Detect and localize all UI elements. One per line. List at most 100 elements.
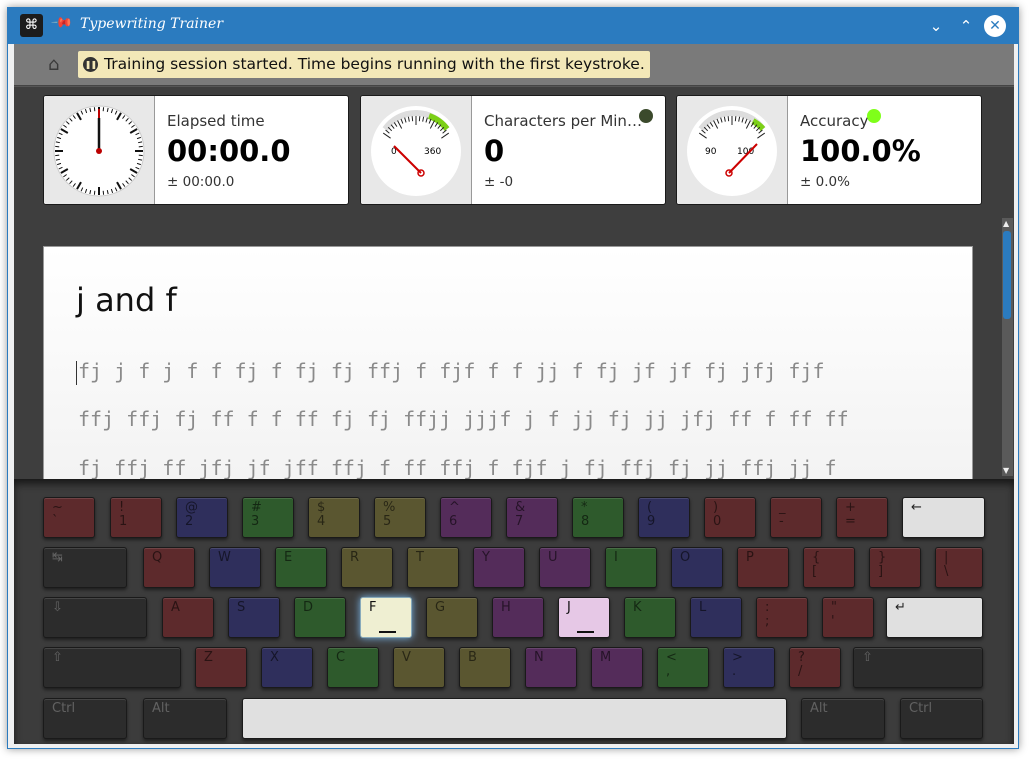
key-n[interactable]: N	[525, 647, 577, 688]
key-sym0-11[interactable]: _ -	[770, 497, 822, 538]
key-sym2-11[interactable]: " '	[822, 597, 874, 638]
lesson-sheet[interactable]: j and f fj j f j f f fj f fj fj ffj f fj…	[43, 246, 973, 479]
close-button[interactable]: ✕	[984, 15, 1006, 37]
app-icon[interactable]: ⌘	[20, 14, 43, 37]
key-s[interactable]: S	[228, 597, 280, 638]
text-cursor	[76, 361, 77, 385]
key-sym0-10[interactable]: ) 0	[704, 497, 756, 538]
key-t[interactable]: T	[407, 547, 459, 588]
home-icon[interactable]: ⌂	[48, 54, 59, 75]
key-sym0-7[interactable]: & 7	[506, 497, 558, 538]
key-c[interactable]: C	[327, 647, 379, 688]
key-ctrl[interactable]: Ctrl	[43, 698, 127, 739]
key-q[interactable]: Q	[143, 547, 195, 588]
key-b[interactable]: B	[459, 647, 511, 688]
key-i[interactable]: I	[605, 547, 657, 588]
key-sym0-4[interactable]: $4	[308, 497, 360, 538]
key-sym0-13[interactable]: ←	[902, 497, 985, 538]
key-d[interactable]: D	[294, 597, 346, 638]
key-y[interactable]: Y	[473, 547, 525, 588]
key-sym0-5[interactable]: % 5	[374, 497, 426, 538]
key-alt[interactable]: Alt	[143, 698, 227, 739]
key-sym0-2[interactable]: @2	[176, 497, 228, 538]
key-sym2-0[interactable]: ⇩	[43, 597, 147, 638]
key-space[interactable]	[242, 698, 787, 739]
cpm-status-indicator	[639, 109, 653, 123]
scroll-up-icon[interactable]: ▲	[1003, 219, 1009, 228]
minimize-button[interactable]: ⌄	[924, 14, 948, 38]
key-m[interactable]: M	[591, 647, 643, 688]
key-label: :	[765, 600, 770, 615]
lesson-line: fj j f j f f fj f fj fj ffj f fjf f f jj…	[78, 359, 825, 383]
key-sym1-11[interactable]: {[	[803, 547, 855, 588]
key-sym3-11[interactable]: ⇧	[853, 647, 983, 688]
key-label: *	[581, 500, 588, 515]
key-l[interactable]: L	[690, 597, 742, 638]
key-label: ↵	[895, 600, 906, 615]
scroll-down-icon[interactable]: ▼	[1003, 466, 1009, 475]
key-p[interactable]: P	[737, 547, 789, 588]
key-f[interactable]: F	[360, 597, 412, 638]
key-label: )	[713, 500, 719, 515]
key-sym1-12[interactable]: }]	[869, 547, 921, 588]
key-v[interactable]: V	[393, 647, 445, 688]
key-sym0-3[interactable]: #3	[242, 497, 294, 538]
key-j[interactable]: J	[558, 597, 610, 638]
pin-icon[interactable]: 📌	[50, 11, 74, 35]
key-sym2-10[interactable]: :;	[756, 597, 808, 638]
elapsed-time-delta: ± 00:00.0	[167, 174, 235, 190]
key-u[interactable]: U	[539, 547, 591, 588]
key-label: U	[548, 550, 558, 565]
cpm-value: 0	[484, 134, 505, 168]
pause-icon[interactable]: ❚❚	[83, 57, 98, 72]
lesson-line: ffj ffj fj ff f f ff fj fj ffjj jjjf j f…	[78, 407, 849, 431]
key-sym0-1[interactable]: ! 1	[110, 497, 162, 538]
key-sym0-12[interactable]: + =	[836, 497, 888, 538]
key-shift-label: =	[845, 514, 856, 529]
key-sym3-10[interactable]: ? /	[789, 647, 841, 688]
scrollbar-thumb[interactable]	[1003, 231, 1011, 319]
key-label: F	[369, 600, 377, 615]
key-label: Alt	[810, 701, 828, 716]
accuracy-status-indicator	[867, 109, 881, 123]
key-sym0-8[interactable]: * 8	[572, 497, 624, 538]
key-a[interactable]: A	[162, 597, 214, 638]
key-sym1-13[interactable]: | \	[935, 547, 983, 588]
key-o[interactable]: O	[671, 547, 723, 588]
key-e[interactable]: E	[275, 547, 327, 588]
key-label: V	[402, 650, 411, 665]
key-x[interactable]: X	[261, 647, 313, 688]
key-k[interactable]: K	[624, 597, 676, 638]
clock-gauge	[44, 96, 155, 204]
key-label: Alt	[152, 701, 170, 716]
key-label: M	[600, 650, 612, 665]
key-sym3-0[interactable]: ⇧	[43, 647, 181, 688]
key-shift-label: -	[779, 514, 784, 529]
status-notice-text: Training session started. Time begins ru…	[104, 55, 645, 73]
key-label: X	[270, 650, 279, 665]
cpm-card: 0 360 Characters per Min… 0 ± -0	[360, 95, 666, 205]
key-sym3-8[interactable]: <,	[657, 647, 709, 688]
key-label: Z	[204, 650, 213, 665]
key-shift-label: ,	[666, 664, 671, 679]
key-g[interactable]: G	[426, 597, 478, 638]
key-label: N	[534, 650, 544, 665]
key-label: Ctrl	[909, 701, 933, 716]
key-alt[interactable]: Alt	[801, 698, 885, 739]
key-sym0-6[interactable]: ^ 6	[440, 497, 492, 538]
key-ctrl[interactable]: Ctrl	[900, 698, 983, 739]
key-shift-label: ]	[878, 564, 884, 579]
key-sym0-0[interactable]: ~ `	[43, 497, 95, 538]
key-h[interactable]: H	[492, 597, 544, 638]
key-sym2-12[interactable]: ↵	[886, 597, 983, 638]
key-label: +	[845, 500, 856, 515]
key-z[interactable]: Z	[195, 647, 247, 688]
key-r[interactable]: R	[341, 547, 393, 588]
accuracy-card: 90 100 Accuracy 100.0% ± 0.0%	[676, 95, 982, 205]
maximize-button[interactable]: ⌃	[954, 14, 978, 38]
key-w[interactable]: W	[209, 547, 261, 588]
key-sym1-0[interactable]: ↹	[43, 547, 127, 588]
key-sym0-9[interactable]: (9	[638, 497, 690, 538]
key-sym3-9[interactable]: >.	[723, 647, 775, 688]
accuracy-gauge: 90 100	[677, 96, 788, 204]
